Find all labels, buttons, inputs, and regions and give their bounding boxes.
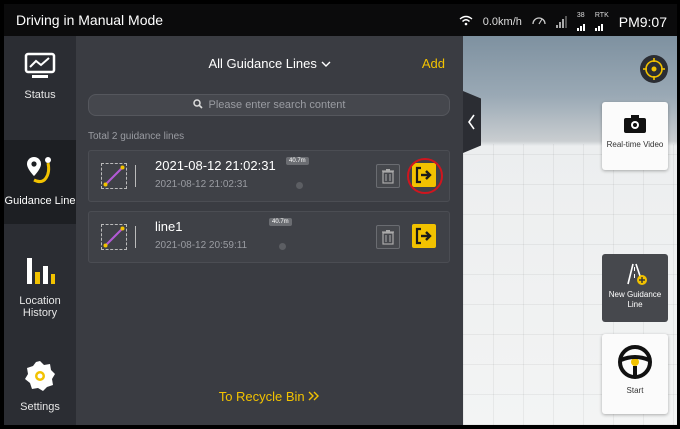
- gear-icon: [4, 360, 76, 395]
- divider: [135, 165, 136, 187]
- start-button[interactable]: Start: [602, 334, 668, 414]
- signal-icon: [555, 15, 567, 28]
- rtk-label: RTK: [594, 12, 609, 19]
- line-date: 2021-08-12 21:02:31: [155, 179, 248, 190]
- trash-icon: [382, 169, 394, 184]
- status-dot: [279, 243, 286, 250]
- list-item[interactable]: 2021-08-12 21:02:31 40.7m 2021-08-12 21:…: [88, 150, 450, 202]
- road-plus-icon: [627, 263, 647, 285]
- sidebar-item-label: Settings: [20, 401, 60, 413]
- realtime-video-button[interactable]: Real-time Video: [602, 102, 668, 170]
- guidance-line-icon: [101, 163, 127, 189]
- chevron-down-icon: [321, 56, 331, 71]
- search-placeholder: Please enter search content: [208, 99, 346, 111]
- length-badge: 40.7m: [286, 157, 309, 165]
- new-guidance-label: New Guidance Line: [608, 290, 662, 309]
- wifi-icon: [459, 15, 473, 29]
- chevron-left-icon: [468, 114, 475, 130]
- divider: [135, 226, 136, 248]
- status-dot: [296, 182, 303, 189]
- mode-title: Driving in Manual Mode: [16, 12, 164, 28]
- sidebar-item-label: Location History: [19, 295, 61, 319]
- trash-icon: [382, 230, 394, 245]
- filter-dropdown[interactable]: All Guidance Lines: [76, 56, 463, 71]
- line-name: line1: [155, 219, 183, 234]
- sidebar-item-label: Guidance Line: [4, 195, 76, 207]
- monitor-chart-icon: [4, 52, 76, 83]
- sidebar-item-location-history[interactable]: Location History: [4, 254, 76, 334]
- line-name: 2021-08-12 21:02:31: [155, 158, 276, 173]
- speedometer-icon: [532, 15, 546, 28]
- add-button[interactable]: Add: [422, 56, 445, 71]
- filter-label: All Guidance Lines: [208, 56, 317, 71]
- map-view[interactable]: Real-time Video New Guidance Line Start: [463, 36, 677, 425]
- sidebar-item-status[interactable]: Status: [4, 52, 76, 112]
- delete-button[interactable]: [376, 225, 400, 249]
- apply-line-button[interactable]: [412, 224, 436, 248]
- rtk-indicator: RTK: [594, 12, 609, 31]
- recycle-label: To Recycle Bin: [218, 389, 305, 404]
- realtime-video-label: Real-time Video: [606, 140, 664, 149]
- new-guidance-line-button[interactable]: New Guidance Line: [602, 254, 668, 322]
- satellite-count: 38: [576, 12, 585, 19]
- satellite-indicator: 38: [576, 12, 585, 31]
- recycle-bin-link[interactable]: To Recycle Bin: [76, 389, 463, 404]
- rtk-signal-icon: [594, 19, 603, 31]
- sidebar-item-label: Status: [24, 89, 56, 101]
- start-label: Start: [626, 386, 644, 395]
- exit-arrow-icon: [415, 227, 432, 245]
- route-pin-icon: [4, 154, 76, 189]
- app-window: Driving in Manual Mode 0.0km/h 38 RTK PM…: [4, 4, 677, 425]
- highlight-ring: [407, 158, 443, 194]
- search-input[interactable]: Please enter search content: [88, 94, 450, 116]
- guidance-line-icon: [101, 224, 127, 250]
- speed-readout: 0.0km/h: [482, 15, 522, 28]
- clock: PM9:07: [618, 13, 667, 30]
- sidebar-item-guidance-line[interactable]: Guidance Line: [4, 140, 76, 224]
- search-icon: [192, 98, 203, 112]
- status-indicators: 0.0km/h 38 RTK PM9:07: [459, 12, 667, 31]
- line-date: 2021-08-12 20:59:11: [155, 240, 248, 251]
- sidebar-item-settings[interactable]: Settings: [4, 360, 76, 420]
- collapse-panel-button[interactable]: [463, 91, 481, 153]
- delete-button[interactable]: [376, 164, 400, 188]
- camera-icon: [624, 115, 646, 133]
- total-count: Total 2 guidance lines: [88, 131, 185, 142]
- guidance-line-panel: All Guidance Lines Add Please enter sear…: [76, 36, 463, 425]
- status-bar: Driving in Manual Mode 0.0km/h 38 RTK PM…: [4, 4, 677, 36]
- bar-chart-icon: [4, 254, 76, 289]
- crosshair-icon: [643, 58, 665, 80]
- satellite-signal-icon: [576, 19, 585, 31]
- double-chevron-right-icon: [308, 389, 320, 404]
- steering-wheel-icon: [618, 345, 652, 379]
- sidebar: Status Guidance Line Location History Se…: [4, 36, 76, 425]
- length-badge: 40.7m: [269, 218, 292, 226]
- locate-button[interactable]: [640, 55, 668, 83]
- list-item[interactable]: line1 40.7m 2021-08-12 20:59:11: [88, 211, 450, 263]
